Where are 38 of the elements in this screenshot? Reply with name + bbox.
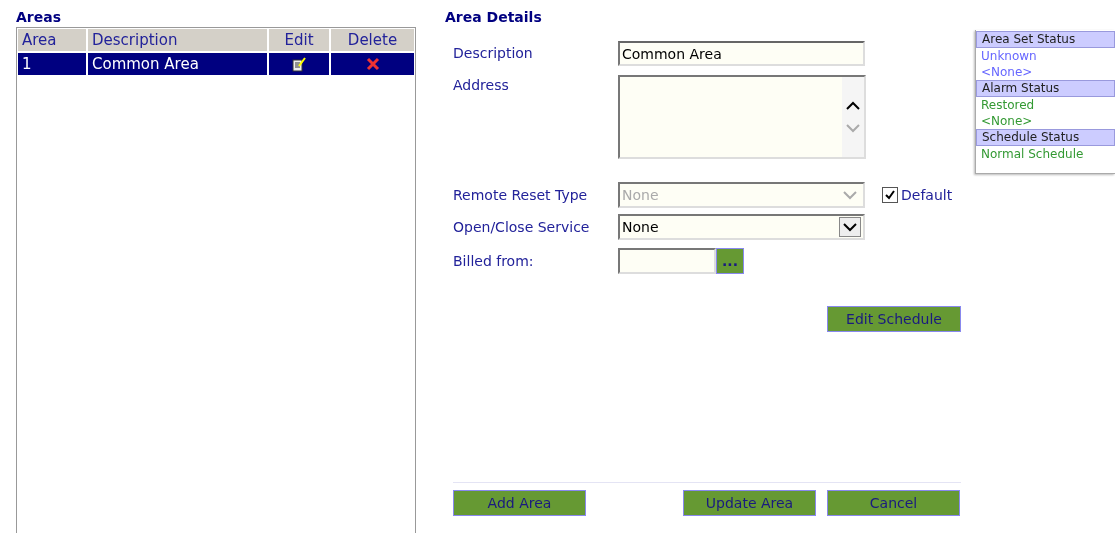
section-title: Area Details <box>445 8 543 26</box>
delete-icon[interactable] <box>365 57 380 71</box>
chevron-down-icon <box>843 222 857 232</box>
edit-schedule-button[interactable]: Edit Schedule <box>827 306 961 332</box>
chevron-down-icon <box>843 190 857 200</box>
column-header: Description <box>88 29 267 51</box>
table-cell[interactable]: Common Area <box>88 53 267 75</box>
date-field[interactable] <box>618 248 716 274</box>
status-header: Alarm Status <box>976 80 1115 97</box>
field-label: Billed from: <box>453 251 535 271</box>
action-button[interactable]: Add Area <box>453 490 586 516</box>
field-label: Remote Reset Type <box>453 185 589 205</box>
scroll-up-icon <box>846 101 860 111</box>
column-header: Delete <box>331 29 414 51</box>
status-value: Unknown <box>980 48 1038 64</box>
picker-button[interactable]: ... <box>716 248 744 274</box>
field-label: Description <box>453 44 534 63</box>
status-value: <None> <box>980 113 1034 129</box>
section-title: Areas <box>16 8 62 26</box>
dropdown[interactable]: None <box>618 214 865 240</box>
field-label: Open/Close Service <box>453 217 591 237</box>
column-header: Area <box>18 29 86 51</box>
table-cell[interactable]: 1 <box>18 53 86 75</box>
status-value: Restored <box>980 97 1036 113</box>
scroll-down-icon <box>846 123 860 133</box>
input-field[interactable]: Common Area <box>618 41 865 66</box>
edit-icon[interactable] <box>291 56 307 72</box>
check-icon <box>884 189 896 201</box>
field-label: Address <box>453 76 510 95</box>
action-button[interactable]: Cancel <box>827 490 960 516</box>
address-field[interactable] <box>618 75 866 159</box>
status-value: Normal Schedule <box>980 146 1085 162</box>
status-value: <None> <box>980 64 1034 80</box>
status-header: Schedule Status <box>976 129 1115 146</box>
status-header: Area Set Status <box>976 31 1115 48</box>
action-button[interactable]: Update Area <box>683 490 816 516</box>
column-header: Edit <box>269 29 329 51</box>
checkbox-label: Default <box>901 185 953 205</box>
